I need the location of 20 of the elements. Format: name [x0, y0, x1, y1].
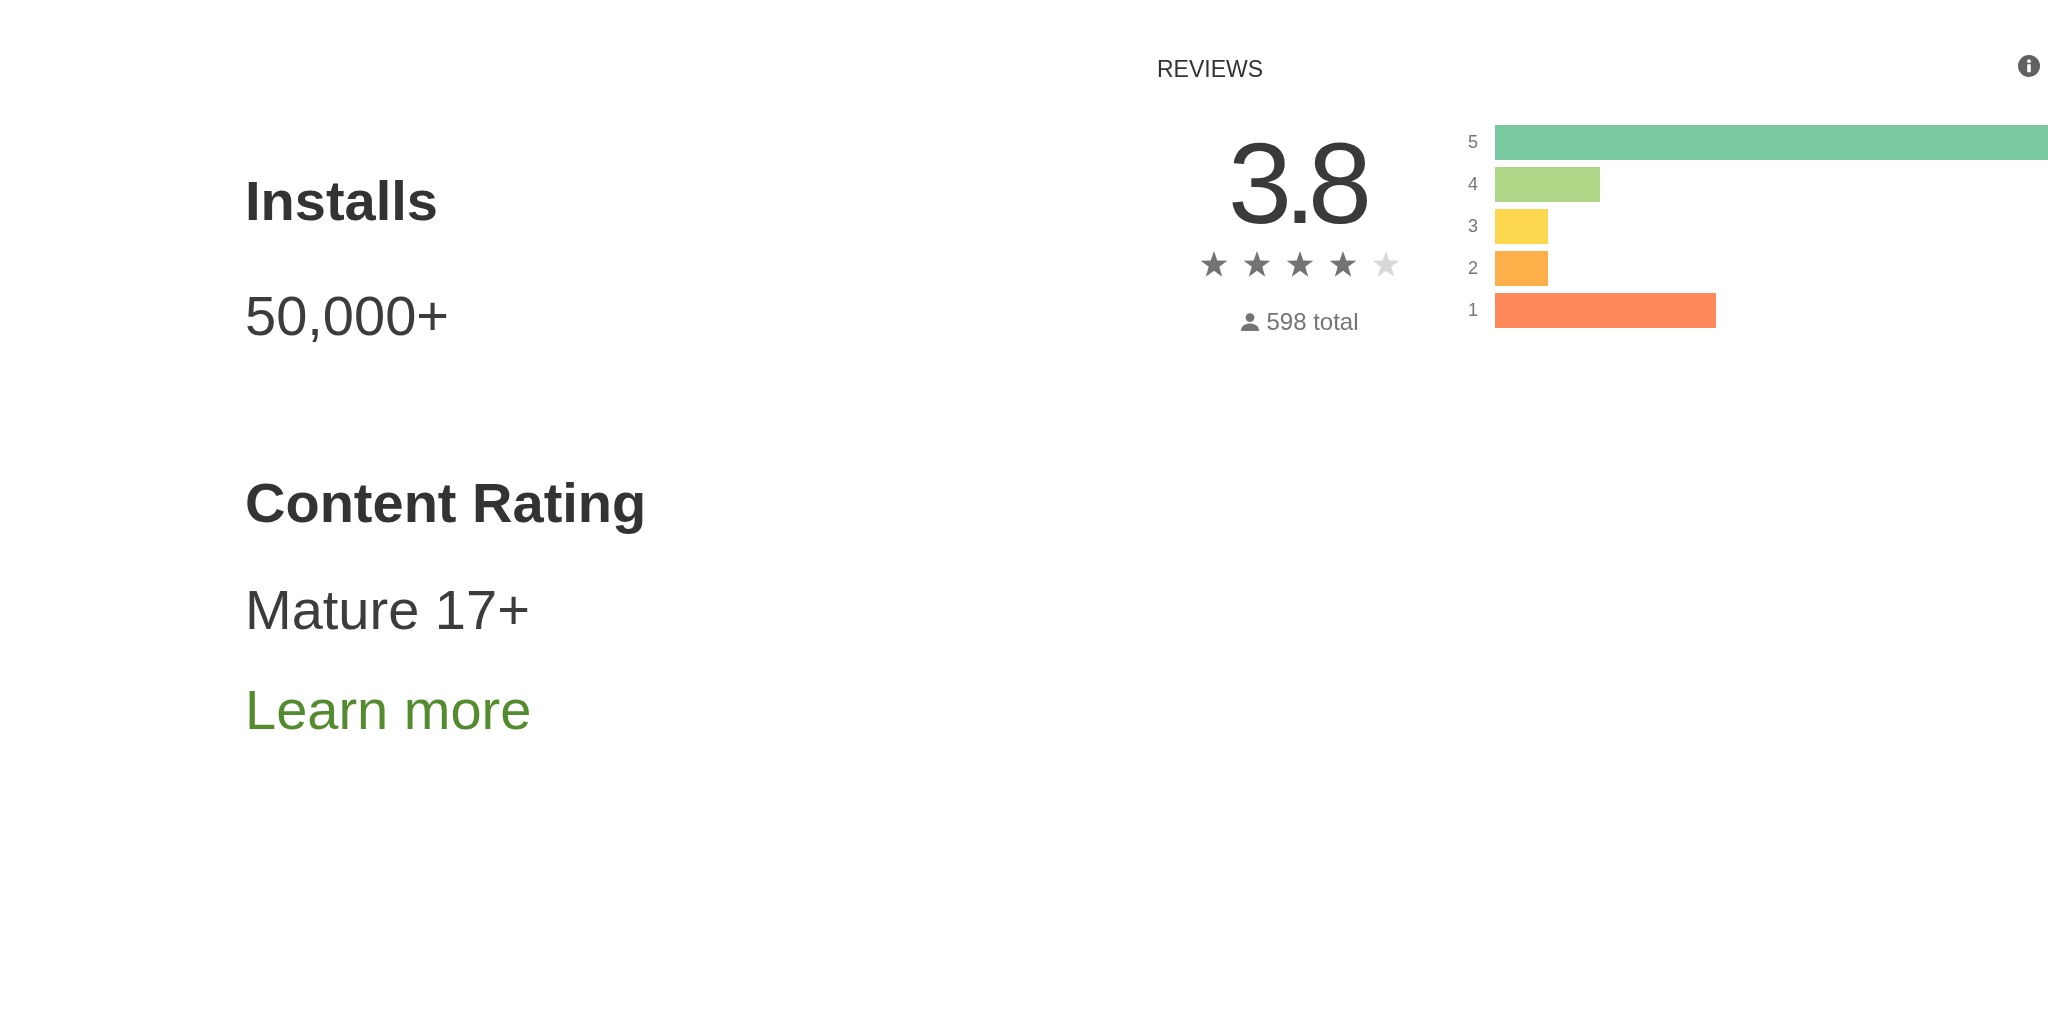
info-icon[interactable] — [2018, 55, 2040, 77]
section-title: REVIEWS — [1157, 55, 1264, 83]
bar-label: 5 — [1467, 132, 1479, 153]
average-rating: 3.8 — [1228, 125, 1366, 242]
star-icon — [1243, 251, 1271, 278]
person-icon — [1241, 313, 1260, 331]
bar-label: 1 — [1467, 300, 1479, 321]
star-icon — [1372, 251, 1400, 278]
section-heading: Content Rating — [245, 470, 647, 536]
bar-label: 3 — [1467, 216, 1479, 237]
detail-value: 50,000+ — [245, 283, 449, 349]
star-icon — [1286, 251, 1314, 278]
detail-value: Mature 17+ — [245, 577, 530, 643]
bar-label: 2 — [1467, 258, 1479, 279]
learn-more-link[interactable]: Learn more — [245, 676, 532, 743]
star-icon — [1200, 251, 1228, 278]
section-heading: Installs — [245, 168, 438, 234]
bar-label: 4 — [1467, 174, 1479, 195]
review-count: 598 total — [1266, 308, 1359, 336]
star-icon — [1329, 251, 1357, 278]
